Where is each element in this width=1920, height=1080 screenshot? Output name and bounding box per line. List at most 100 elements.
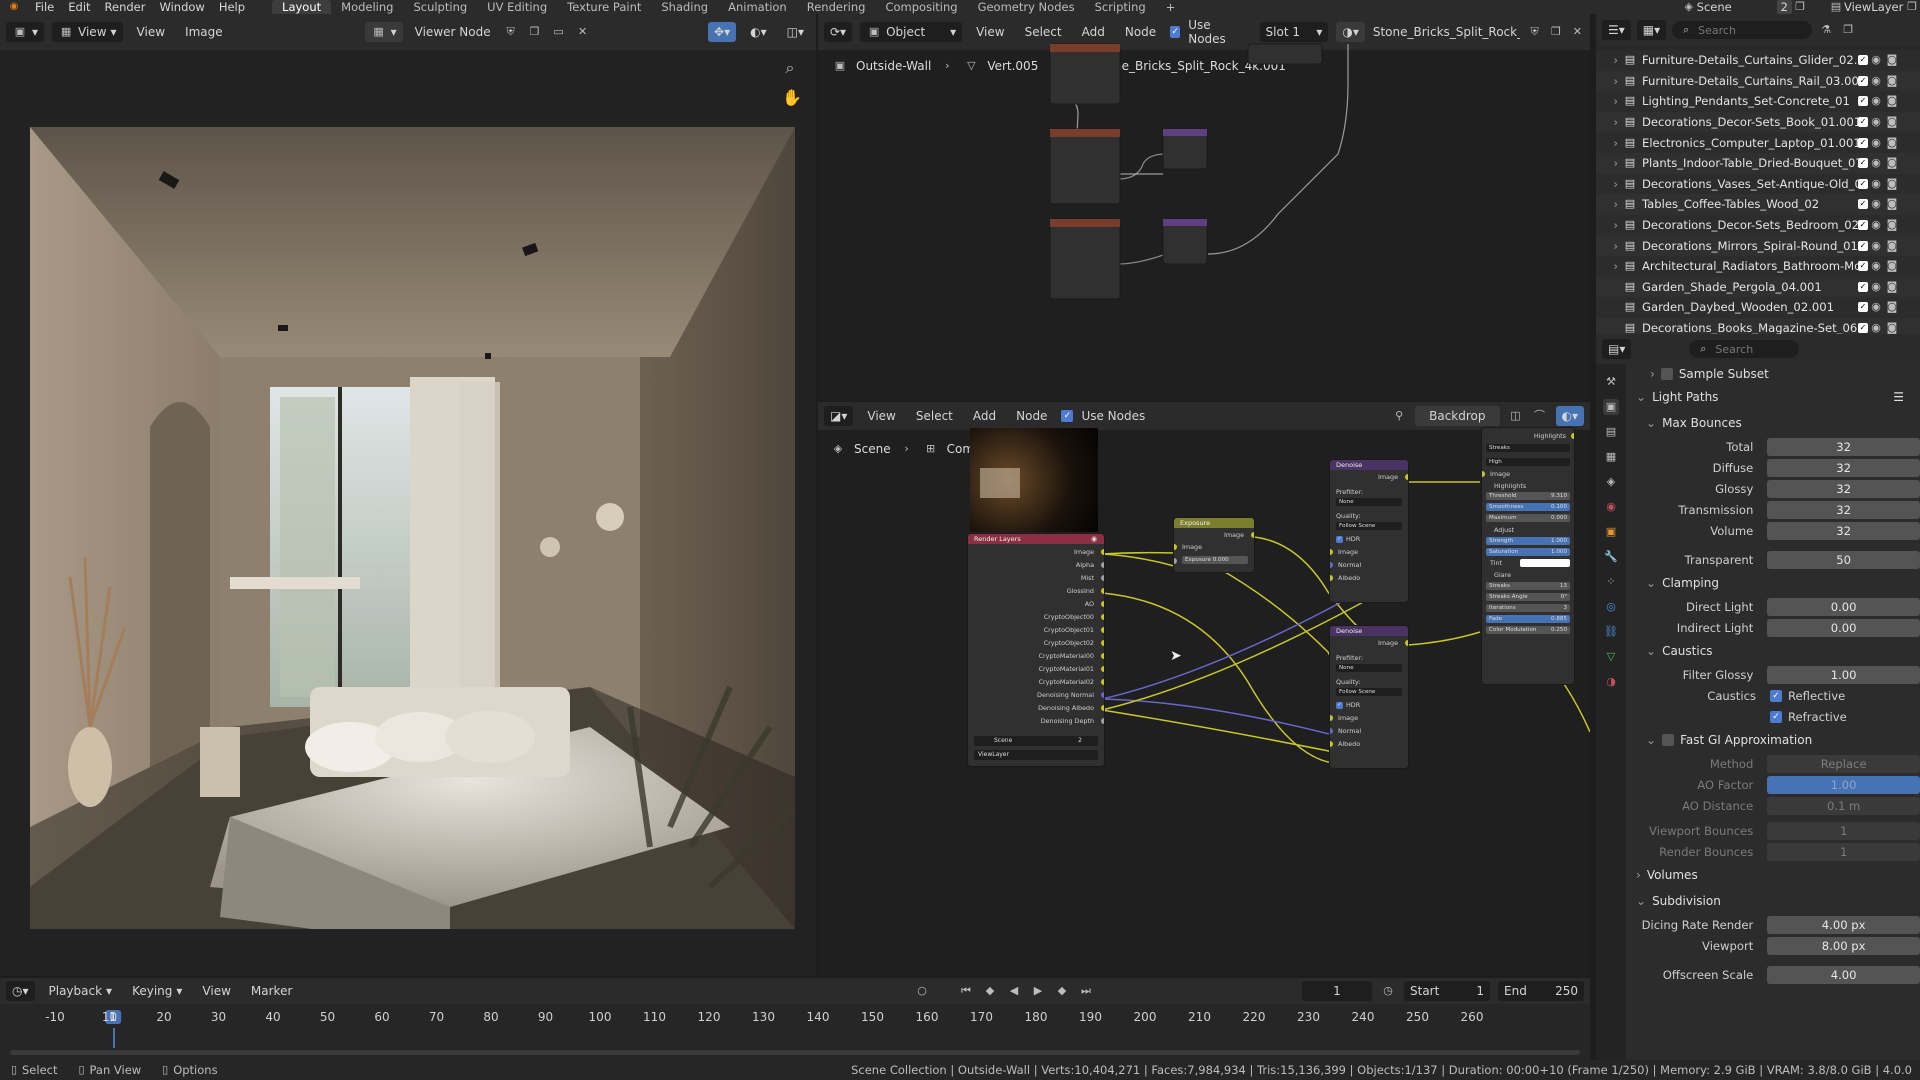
denoise-a-normal-socket[interactable] [1330, 562, 1333, 568]
camera-icon[interactable]: ◙ [1884, 217, 1900, 233]
output-tab-icon[interactable]: ▤ [1603, 424, 1619, 440]
outliner-type-button[interactable]: ☰▾ [1602, 20, 1631, 40]
exclude-checkbox[interactable]: ✓ [1858, 199, 1868, 210]
glare-color-modulation-field[interactable]: Color Modulation 0.250 [1486, 626, 1570, 634]
camera-icon[interactable]: ◙ [1884, 155, 1900, 171]
duplicate-image-icon[interactable]: ❐ [527, 24, 543, 40]
render-layers-output-socket[interactable] [1101, 575, 1104, 581]
exposure-node[interactable]: Exposure Image Image Exposure 0.000 [1174, 518, 1254, 572]
clamping-header[interactable]: ⌄ Clamping [1630, 570, 1920, 596]
particles-tab-icon[interactable]: ⁘ [1603, 574, 1619, 590]
outliner-item[interactable]: › ▤ Furniture-Details_Curtains_Rail_03.001… [1596, 70, 1920, 92]
filter-glossy-field[interactable]: 1.00 [1767, 665, 1920, 684]
render-layers-output-socket[interactable] [1101, 666, 1104, 672]
constraints-tab-icon[interactable]: ⛓ [1603, 624, 1619, 640]
keying-menu[interactable]: Keying ▾ [126, 981, 188, 1001]
filter-icon[interactable]: ⚗ [1818, 22, 1834, 38]
render-layers-output-socket[interactable] [1101, 718, 1104, 724]
glare-maximum-field[interactable]: Maximum 0.000 [1486, 514, 1570, 522]
render-layers-scene[interactable]: Scene [994, 737, 1012, 744]
denoise-b-quality-dropdown[interactable]: Follow Scene [1336, 688, 1402, 696]
sample-subset-checkbox[interactable] [1660, 368, 1673, 380]
timeline-view-menu[interactable]: View [196, 981, 236, 1001]
exposure-field[interactable]: Exposure 0.000 [1182, 556, 1248, 564]
add-workspace-icon[interactable]: + [1156, 0, 1186, 14]
expand-arrow-icon[interactable]: › [1596, 177, 1618, 191]
camera-icon[interactable]: ◙ [1884, 238, 1900, 254]
expand-arrow-icon[interactable]: › [1596, 218, 1618, 232]
expand-arrow-icon[interactable]: › [1596, 74, 1618, 88]
new-view-layer-icon[interactable]: ❐ [1904, 0, 1920, 15]
render-layers-output-socket[interactable] [1101, 653, 1104, 659]
denoise-b-image-socket[interactable] [1330, 715, 1333, 721]
exclude-checkbox[interactable]: ✓ [1858, 240, 1868, 251]
menu-window[interactable]: Window [152, 0, 211, 14]
exposure-input-socket[interactable] [1174, 544, 1177, 550]
eye-icon[interactable]: ◉ [1868, 279, 1884, 295]
render-layers-output-socket[interactable] [1101, 692, 1104, 698]
outliner-item[interactable]: › ▤ Architectural_Radiators_Bathroom-Mode ✓… [1596, 255, 1920, 277]
gizmo-toggle[interactable]: ✥▾ [708, 22, 737, 42]
fgi-field[interactable]: 1.00 [1767, 775, 1920, 794]
eye-icon[interactable]: ◉ [1868, 52, 1884, 68]
timeline-type-button[interactable]: ◷▾ [6, 981, 35, 1001]
tab-rendering[interactable]: Rendering [797, 0, 876, 14]
glare-streaks-angle-field[interactable]: Streaks Angle 0° [1486, 593, 1570, 601]
camera-icon[interactable]: ◙ [1884, 52, 1900, 68]
render-layers-eye-icon[interactable]: ◉ [1086, 534, 1102, 547]
denoise-b-albedo-socket[interactable] [1330, 741, 1333, 747]
tab-shading[interactable]: Shading [651, 0, 718, 14]
open-image-icon[interactable]: ▭ [551, 24, 567, 40]
tool-tab-icon[interactable]: ⚒ [1603, 374, 1619, 390]
expand-arrow-icon[interactable]: › [1596, 239, 1618, 253]
camera-icon[interactable]: ◙ [1884, 176, 1900, 192]
eye-icon[interactable]: ◉ [1868, 238, 1884, 254]
expand-arrow-icon[interactable]: › [1596, 115, 1618, 129]
bounces-field[interactable]: 50 [1767, 550, 1920, 569]
bounces-field[interactable]: 32 [1767, 437, 1920, 456]
outliner-item[interactable]: › ▤ Lighting_Pendants_Set-Concrete_01 ✓ ◉ ◙ [1596, 91, 1920, 112]
reflective-checkbox[interactable]: ✓ [1770, 689, 1782, 702]
display-channels-dropdown[interactable]: ◫▾ [781, 22, 810, 42]
new-collection-icon[interactable]: ❐ [1840, 22, 1856, 38]
properties-search-field[interactable]: ⌕ Search [1689, 340, 1800, 358]
start-frame-field[interactable]: Start 1 [1404, 981, 1490, 1001]
record-icon[interactable]: ○ [914, 983, 930, 999]
render-layers-output-socket[interactable] [1101, 679, 1104, 685]
outliner-item[interactable]: › ▤ Decorations_Decor-Sets_Bedroom_02.0 ✓ ◉ ◙ [1596, 214, 1920, 236]
view-mode-dropdown[interactable]: ▦ View ▾ [52, 22, 123, 42]
render-layers-output-socket[interactable] [1101, 562, 1104, 568]
bounces-field[interactable]: 32 [1767, 479, 1920, 498]
current-frame-field[interactable]: 1 [1302, 981, 1372, 1001]
tab-sculpting[interactable]: Sculpting [403, 0, 477, 14]
eye-icon[interactable]: ◉ [1868, 258, 1884, 274]
menu-image[interactable]: Image [179, 22, 229, 42]
outliner-item[interactable]: ▤ Garden_Shade_Pergola_04.001 ✓ ◉ ◙ [1596, 276, 1920, 298]
shader-node-1[interactable] [1049, 43, 1121, 105]
editor-type-button[interactable]: ▣ ▾ [6, 22, 45, 42]
bounces-field[interactable]: 32 [1767, 500, 1920, 519]
outliner-display-mode[interactable]: ▦▾ [1636, 20, 1667, 40]
tab-geometry-nodes[interactable]: Geometry Nodes [968, 0, 1085, 14]
outliner-item[interactable]: ▤ Garden_Daybed_Wooden_02.001 ✓ ◉ ◙ [1596, 297, 1920, 318]
denoise-a-output-socket[interactable] [1405, 474, 1408, 480]
material-tab-icon[interactable]: ◑ [1603, 674, 1619, 690]
subdivision-header[interactable]: ⌄ Subdivision [1630, 888, 1920, 914]
fgi-field[interactable]: 1 [1767, 842, 1920, 861]
overlay-toggle[interactable]: ◐▾ [744, 22, 773, 42]
view-layer-tab-icon[interactable]: ▦ [1603, 449, 1619, 465]
exclude-checkbox[interactable]: ✓ [1858, 302, 1868, 313]
eye-icon[interactable]: ◉ [1868, 114, 1884, 130]
eye-icon[interactable]: ◉ [1868, 93, 1884, 109]
play-icon[interactable]: ▶ [1030, 983, 1046, 999]
render-layers-output-socket[interactable] [1101, 601, 1104, 607]
denoise-a-image-socket[interactable] [1330, 549, 1333, 555]
tab-layout[interactable]: Layout [272, 0, 332, 14]
playback-menu[interactable]: Playback ▾ [43, 981, 119, 1001]
glare-streaks-field[interactable]: Streaks 13 [1486, 582, 1570, 590]
jump-start-icon[interactable]: ⏮ [958, 983, 974, 999]
camera-icon[interactable]: ◙ [1884, 279, 1900, 295]
glare-saturation-field[interactable]: Saturation 1.000 [1486, 548, 1570, 556]
fast-gi-header[interactable]: ⌄ Fast GI Approximation [1630, 727, 1920, 753]
expand-arrow-icon[interactable]: › [1596, 156, 1618, 170]
